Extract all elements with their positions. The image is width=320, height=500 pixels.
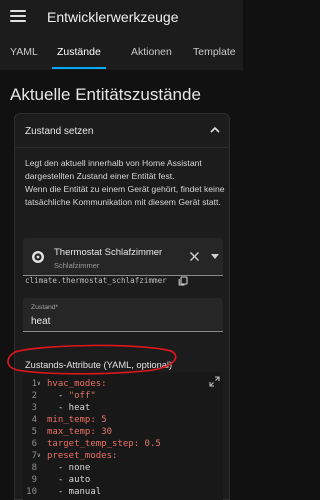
code-text: - manual [47,487,102,497]
code-text: preset_modes: [47,451,118,461]
line-number: 1 [31,379,37,389]
card-header[interactable]: Zustand setzen [15,114,229,148]
tab-yaml[interactable]: YAML [10,46,38,58]
line-number: 10 [26,487,37,497]
tab-template[interactable]: Template [193,46,236,58]
dropdown-arrow-icon[interactable] [211,254,219,260]
tab-states[interactable]: Zustände [57,46,101,58]
entity-id: climate.thermostat_schlafzimmer [25,276,167,285]
code-text: - none [47,463,91,473]
yaml-code-editor[interactable]: 1 ∨ hvac_modes: 2 - "off" 3 - heat 4 min_temp:… [23,372,223,500]
line-number: 9 [31,475,37,485]
tab-bar: YAML Zustände Aktionen Template [0,40,243,70]
line-number: 2 [31,391,37,401]
line-number: 4 [31,415,37,425]
card-header-title: Zustand setzen [25,126,94,137]
app-bar: Entwicklerwerkzeuge YAML Zustände Aktion… [0,0,243,70]
line-number: 8 [31,463,37,473]
line-number: 3 [31,403,37,413]
line-number: 7 [31,451,37,461]
entity-area: Schlafzimmer [54,261,100,270]
code-text: target_temp_step: 0.5 [47,439,161,449]
code-line: 3 - heat [23,402,223,414]
description-paragraph-2: Wenn die Entität zu einem Gerät gehört, … [25,184,225,207]
set-state-card: Zustand setzen Legt den aktuell innerhal… [7,113,230,500]
code-line: 4 min_temp: 5 [23,414,223,426]
app-title: Entwicklerwerkzeuge [47,9,179,25]
menu-icon[interactable] [10,10,26,26]
code-text: hvac_modes: [47,379,107,389]
clear-icon[interactable] [189,251,200,262]
thermostat-icon [32,251,44,263]
code-text: min_temp: 5 [47,415,107,425]
entity-name: Thermostat Schlafzimmer [54,247,163,258]
line-number: 5 [31,427,37,437]
state-input-value[interactable]: heat [31,316,50,327]
tab-actions[interactable]: Aktionen [131,46,172,58]
code-line: 5 max_temp: 30 [23,426,223,438]
code-line: 9 - auto [23,474,223,486]
code-text: - heat [47,403,91,413]
code-line: 1 ∨ hvac_modes: [23,378,223,390]
fold-chevron-icon[interactable]: ∨ [37,378,41,390]
line-number: 6 [31,439,37,449]
code-line: 7 ∨ preset_modes: [23,450,223,462]
state-input-label: Zustand* [31,304,59,311]
active-tab-indicator [52,67,106,69]
description-paragraph-1: Legt den aktuell innerhalb von Home Assi… [25,158,202,181]
code-line: 8 - none [23,462,223,474]
code-line: 10 - manual [23,486,223,498]
chevron-up-icon[interactable] [209,124,221,136]
page-title: Aktuelle Entitätszustände [10,85,201,104]
code-line: 6 target_temp_step: 0.5 [23,438,223,450]
card-description: Legt den aktuell innerhalb von Home Assi… [25,157,225,209]
copy-icon[interactable] [178,276,188,286]
code-text: - "off" [47,391,96,401]
fold-chevron-icon[interactable]: ∨ [37,450,41,462]
code-line: 2 - "off" [23,390,223,402]
code-text: max_temp: 30 [47,427,113,437]
entity-picker[interactable]: Thermostat Schlafzimmer Schlafzimmer [23,238,223,276]
state-input[interactable]: Zustand* heat [23,298,223,332]
red-annotation-circle [7,344,177,375]
code-text: - auto [47,475,91,485]
